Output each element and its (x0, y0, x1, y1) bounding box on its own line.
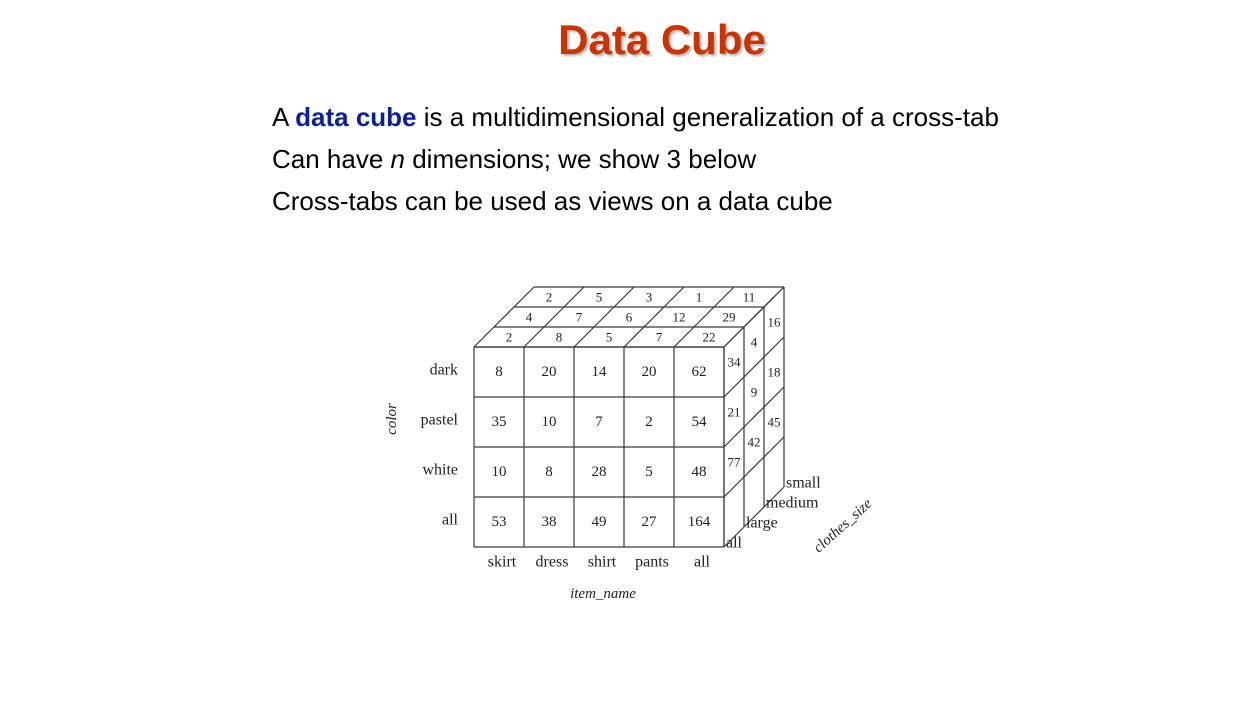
right-cell-value: 21 (728, 405, 741, 420)
row-label-white: white (422, 462, 458, 479)
front-cell-value: 54 (692, 414, 708, 430)
col-label-dress: dress (536, 554, 569, 571)
data-cube-figure: 8 20 14 20 6235 10 7 2 5410 8 28 5 4853 38 49 27 1642 5 3 1… (384, 286, 876, 603)
right-cell-value: 4 (751, 335, 758, 350)
top-cell-value: 3 (646, 290, 653, 305)
front-cell-value: 28 (592, 464, 607, 480)
front-cell-value: 35 (492, 414, 507, 430)
top-cell-value: 6 (626, 310, 633, 325)
top-cell-value: 2 (546, 290, 553, 305)
col-label-skirt: skirt (488, 554, 517, 571)
col-label-pants: pants (635, 554, 669, 571)
front-cell-value: 8 (545, 464, 553, 480)
top-cell-value: 11 (743, 290, 756, 305)
front-cell-value: 14 (592, 364, 608, 380)
right-cell-value: 77 (728, 455, 742, 470)
front-cell-value: 10 (492, 464, 507, 480)
row-label-all: all (442, 512, 459, 529)
top-cell-value: 1 (696, 290, 703, 305)
front-cell-value: 38 (542, 514, 557, 530)
row-label-dark: dark (430, 362, 458, 379)
right-cell-value: 45 (768, 415, 781, 430)
front-cell-value: 48 (692, 464, 707, 480)
front-cell-value: 49 (592, 514, 607, 530)
top-cell-value: 2 (506, 330, 513, 345)
top-cell-value: 7 (576, 310, 583, 325)
right-cell-value: 18 (768, 365, 781, 380)
right-cell-value: 42 (748, 435, 761, 450)
front-cell-value: 10 (542, 414, 557, 430)
size-label-large: large (746, 515, 778, 532)
front-cell-value: 27 (642, 514, 658, 530)
top-cell-value: 4 (526, 310, 533, 325)
top-cell-value: 8 (556, 330, 563, 345)
front-cell-value: 5 (645, 464, 653, 480)
top-cell-value: 29 (723, 310, 736, 325)
front-cell-value: 20 (642, 364, 657, 380)
col-label-all: all (694, 554, 711, 571)
front-cell-value: 20 (542, 364, 557, 380)
col-label-shirt: shirt (588, 554, 617, 571)
size-label-small: small (786, 475, 821, 492)
front-cell-value: 7 (595, 414, 603, 430)
cube-labels: 8 20 14 20 6235 10 7 2 5410 8 28 5 4853 38 49 27 1642 5 3 1… (384, 290, 876, 603)
top-cell-value: 22 (703, 330, 716, 345)
row-label-pastel: pastel (421, 412, 459, 429)
front-cell-value: 8 (495, 364, 503, 380)
top-cell-value: 12 (673, 310, 686, 325)
right-cell-value: 9 (751, 385, 758, 400)
color-axis-title: color (384, 403, 400, 435)
front-cell-value: 62 (692, 364, 707, 380)
front-cell-value: 53 (492, 514, 507, 530)
right-cell-value: 16 (768, 315, 782, 330)
top-cell-value: 5 (606, 330, 613, 345)
item-name-axis-title: item_name (570, 586, 636, 602)
top-cell-value: 7 (656, 330, 663, 345)
size-label-all: all (726, 535, 743, 552)
front-cell-value: 164 (688, 514, 711, 530)
right-cell-value: 34 (728, 355, 742, 370)
front-cell-value: 2 (645, 414, 653, 430)
top-cell-value: 5 (596, 290, 603, 305)
size-label-medium: medium (766, 495, 819, 512)
clothes-size-axis-title: clothes_size (811, 496, 876, 557)
